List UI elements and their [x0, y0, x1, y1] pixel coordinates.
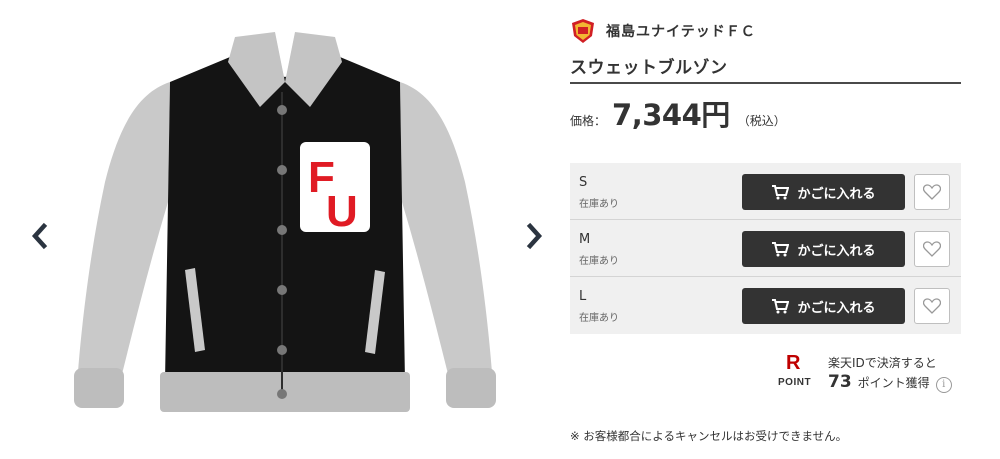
variant-row: S 在庫あり かごに入れる [570, 163, 961, 220]
add-to-cart-button[interactable]: かごに入れる [742, 174, 905, 210]
club-crest-icon [572, 19, 594, 43]
title-divider [570, 82, 961, 84]
add-to-cart-label: かごに入れる [797, 299, 876, 315]
point-logo-word: POINT [778, 377, 812, 388]
variant-size: M [579, 232, 591, 247]
variant-size: S [579, 175, 588, 190]
variant-row: L 在庫あり かごに入れる [570, 277, 961, 334]
variant-stock: 在庫あり [579, 199, 619, 210]
cancel-notice: ※ お客様都合によるキャンセルはお受けできません。 [570, 429, 848, 443]
heart-icon [923, 298, 941, 314]
point-description: 楽天IDで決済すると [828, 356, 937, 370]
add-to-cart-label: かごに入れる [797, 242, 876, 258]
variant-stock: 在庫あり [579, 313, 619, 324]
chevron-right-icon[interactable] [522, 222, 546, 250]
info-icon[interactable]: i [935, 377, 952, 393]
price-value: 7,344円 [612, 98, 730, 132]
point-earn-row: 73 ポイント獲得 i [828, 372, 952, 393]
product-title: スウェットブルゾン [570, 58, 728, 78]
heart-icon [923, 184, 941, 200]
tax-note: （税込） [737, 114, 786, 128]
price-label: 価格： [570, 114, 607, 128]
shop-name[interactable]: 福島ユナイテッドＦＣ [606, 21, 756, 41]
product-gallery: F U [0, 0, 560, 459]
cart-icon [772, 242, 790, 257]
variant-size: L [579, 289, 587, 304]
point-number: 73 [828, 372, 852, 392]
cart-icon [772, 185, 790, 200]
add-to-cart-label: かごに入れる [797, 185, 876, 201]
add-to-cart-button[interactable]: かごに入れる [742, 231, 905, 267]
product-image[interactable]: F U [60, 22, 510, 437]
favorite-button[interactable] [914, 231, 950, 267]
variant-stock: 在庫あり [579, 256, 619, 267]
heart-icon [923, 241, 941, 257]
variant-row: M 在庫あり かごに入れる [570, 220, 961, 277]
variant-list: S 在庫あり かごに入れる M 在庫あり かごに入れる L 在庫あり かごに入れ… [570, 163, 961, 334]
add-to-cart-button[interactable]: かごに入れる [742, 288, 905, 324]
rakuten-points: R POINT 楽天IDで決済すると 73 ポイント獲得 i [776, 352, 966, 398]
favorite-button[interactable] [914, 174, 950, 210]
point-earn-label: ポイント獲得 [857, 376, 930, 390]
price-row: 価格： 7,344円 （税込） [570, 92, 786, 132]
shop-link[interactable]: 福島ユナイテッドＦＣ [570, 17, 756, 45]
cart-icon [772, 299, 790, 314]
rakuten-point-logo: R POINT [776, 352, 816, 394]
chevron-left-icon[interactable] [28, 222, 52, 250]
svg-text:U: U [326, 187, 358, 236]
point-logo-letter: R [786, 352, 801, 374]
favorite-button[interactable] [914, 288, 950, 324]
